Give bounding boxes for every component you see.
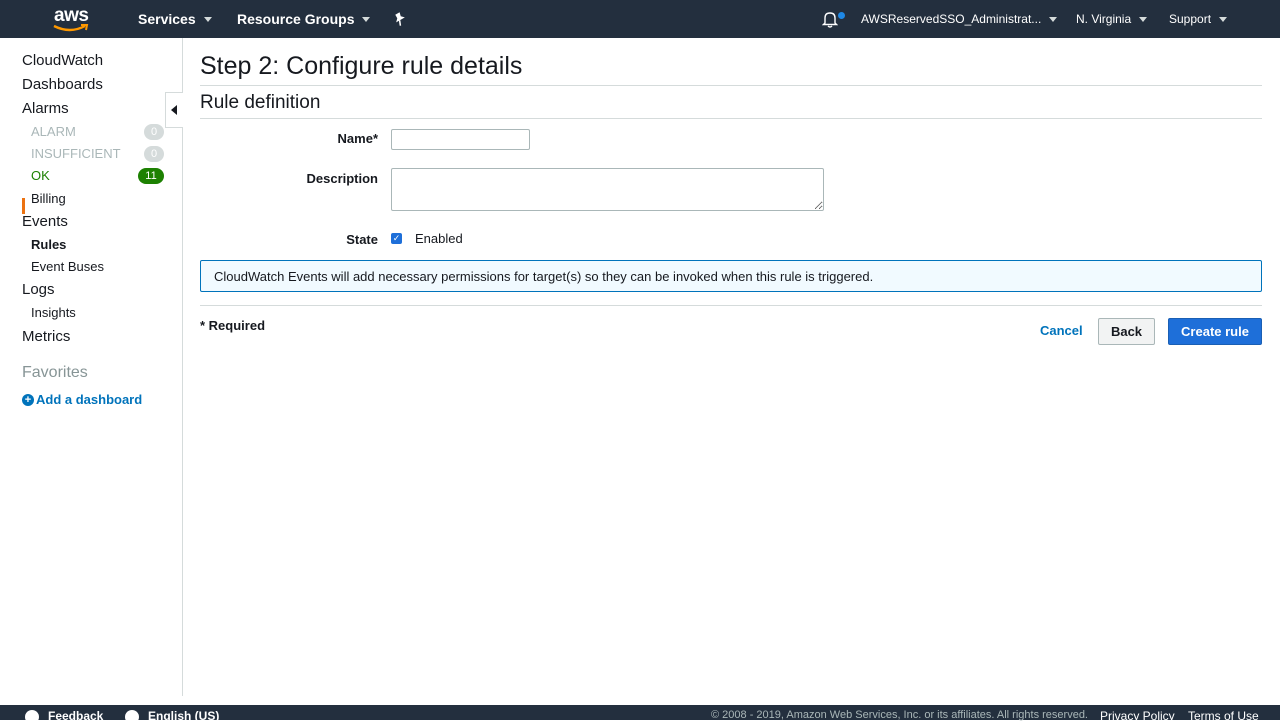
insufficient-count-badge: 0 — [144, 146, 164, 162]
name-label: Name* — [337, 131, 378, 146]
name-input[interactable] — [391, 129, 530, 150]
sidebar-item-logs[interactable]: Logs — [22, 281, 55, 298]
state-label: State — [346, 232, 378, 247]
add-dashboard-label: Add a dashboard — [36, 392, 143, 407]
divider — [200, 85, 1262, 86]
chevron-down-icon — [1139, 16, 1148, 22]
privacy-policy-link[interactable]: Privacy Policy — [1100, 709, 1175, 723]
back-button[interactable]: Back — [1098, 318, 1155, 345]
sidebar-item-dashboards[interactable]: Dashboards — [22, 76, 103, 93]
resource-groups-menu[interactable]: Resource Groups — [237, 0, 371, 38]
language-selector[interactable]: English (US) — [148, 709, 219, 723]
checkmark-icon: ✓ — [392, 233, 401, 243]
section-heading: Rule definition — [200, 92, 321, 113]
footer: Feedback English (US) © 2008 - 2019, Ama… — [0, 705, 1280, 724]
sidebar-item-metrics[interactable]: Metrics — [22, 328, 70, 345]
state-enabled-checkbox[interactable]: ✓ — [391, 233, 402, 244]
support-menu[interactable]: Support — [1169, 0, 1228, 38]
services-label: Services — [138, 11, 196, 27]
state-enabled-label: Enabled — [415, 231, 463, 246]
add-dashboard-link[interactable]: + Add a dashboard — [22, 392, 142, 407]
ok-count-badge: 11 — [138, 168, 164, 184]
active-item-marker — [22, 198, 25, 214]
account-label: AWSReservedSSO_Administrat... — [861, 12, 1042, 26]
required-note: * Required — [200, 318, 266, 333]
services-menu[interactable]: Services — [138, 0, 212, 38]
collapse-left-icon — [171, 105, 177, 115]
description-label: Description — [306, 171, 378, 186]
collapse-sidebar-button[interactable] — [165, 92, 183, 128]
divider — [200, 305, 1262, 306]
notification-dot — [838, 12, 845, 19]
sidebar-item-event-buses[interactable]: Event Buses — [31, 259, 104, 274]
sidebar-item-insights[interactable]: Insights — [31, 305, 76, 320]
sidebar-item-insufficient[interactable]: INSUFFICIENT — [31, 146, 121, 161]
terms-of-use-link[interactable]: Terms of Use — [1188, 709, 1259, 723]
create-rule-button[interactable]: Create rule — [1168, 318, 1262, 345]
resource-groups-label: Resource Groups — [237, 11, 355, 27]
chevron-down-icon — [1049, 16, 1058, 22]
chevron-down-icon — [203, 16, 212, 22]
sidebar-item-events[interactable]: Events — [22, 213, 68, 230]
aws-smile-icon — [53, 24, 89, 32]
favorites-heading: Favorites — [22, 364, 88, 381]
region-label: N. Virginia — [1076, 12, 1132, 26]
divider — [200, 118, 1262, 119]
notifications-button[interactable] — [822, 0, 838, 38]
page-title: Step 2: Configure rule details — [200, 52, 523, 80]
sidebar-item-rules[interactable]: Rules — [31, 237, 66, 252]
region-menu[interactable]: N. Virginia — [1076, 0, 1148, 38]
description-input[interactable] — [391, 168, 824, 211]
info-alert-text: CloudWatch Events will add necessary per… — [214, 269, 874, 284]
feedback-icon — [25, 710, 39, 724]
sidebar-item-billing[interactable]: Billing — [31, 191, 66, 206]
sidebar-item-alarm[interactable]: ALARM — [31, 124, 76, 139]
feedback-link[interactable]: Feedback — [48, 709, 103, 723]
cancel-button[interactable]: Cancel — [1040, 323, 1083, 338]
pin-button[interactable] — [394, 0, 406, 38]
pin-icon — [395, 12, 405, 26]
sidebar-item-alarms[interactable]: Alarms — [22, 100, 69, 117]
account-menu[interactable]: AWSReservedSSO_Administrat... — [861, 0, 1058, 38]
info-alert: CloudWatch Events will add necessary per… — [200, 260, 1262, 292]
sidebar-item-cloudwatch[interactable]: CloudWatch — [22, 52, 103, 69]
sidebar-item-ok[interactable]: OK — [31, 168, 50, 183]
top-navigation: aws Services Resource Groups AWSReserved… — [0, 0, 1280, 38]
chevron-down-icon — [362, 16, 371, 22]
support-label: Support — [1169, 12, 1212, 26]
globe-icon — [125, 710, 139, 724]
add-circle-icon: + — [22, 393, 34, 406]
copyright-text: © 2008 - 2019, Amazon Web Services, Inc.… — [711, 709, 1088, 721]
alarm-count-badge: 0 — [144, 124, 164, 140]
bell-icon — [822, 11, 838, 28]
chevron-down-icon — [1219, 16, 1228, 22]
aws-logo[interactable]: aws — [52, 4, 92, 34]
